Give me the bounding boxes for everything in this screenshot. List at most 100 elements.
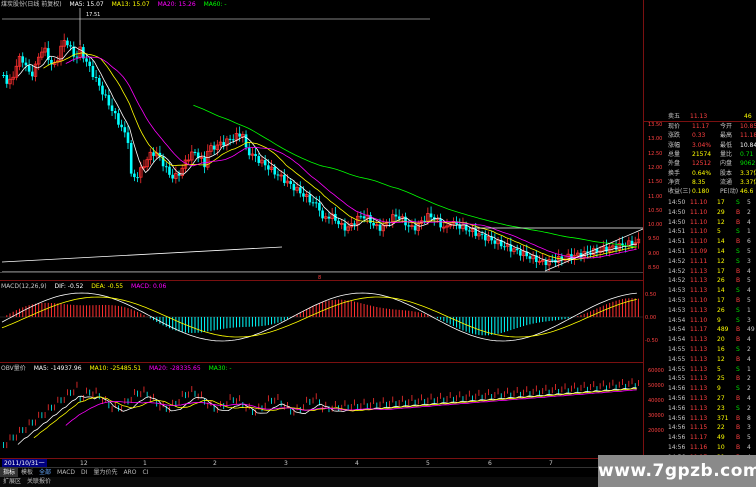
tick-row: 14:52 11.11 12 S 3 [644, 258, 756, 267]
candle-body [120, 124, 123, 128]
candle-body [314, 202, 318, 204]
tick-row: 14:50 11.10 12 B 4 [644, 219, 756, 228]
tick-time: 14:50 [668, 199, 686, 206]
candle-body [359, 216, 363, 218]
quote-row: 净资 8.35 流通 3.37亿 [644, 178, 756, 187]
candle-body [91, 65, 95, 77]
status-extension[interactable]: 扩展区 [0, 477, 24, 487]
tick-bs: S [736, 346, 740, 353]
quote-value: 9062 [740, 160, 756, 168]
candle-body [353, 223, 356, 225]
candle-body [168, 166, 171, 175]
candle-body [318, 202, 321, 211]
tick-price: 11.10 [690, 238, 708, 246]
tick-n: 1 [747, 228, 751, 236]
tick-n: 3 [747, 424, 751, 432]
tick-bs: S [736, 287, 740, 295]
tick-n: 4 [747, 355, 751, 363]
tick-row: 14:50 11.10 17 S 5 [644, 199, 756, 208]
status-related-quote[interactable]: 关联报价 [24, 477, 54, 487]
macd-chart[interactable] [0, 292, 643, 342]
obv-title: OBV量价 [1, 365, 26, 372]
obv-ma5-label: MA5: -14937.96 [33, 365, 82, 372]
candle-body [292, 183, 296, 191]
candle-body [171, 174, 174, 179]
candle-body [308, 194, 312, 203]
tick-price: 11.13 [690, 375, 708, 383]
tick-n: 6 [747, 238, 751, 246]
candle-body [468, 230, 471, 232]
candle-body [104, 94, 107, 96]
tick-n: 2 [747, 375, 751, 383]
candle-body [85, 58, 88, 62]
quote-row: 涨跌 0.33 最高 11.18 [644, 131, 756, 140]
candle-body [123, 127, 127, 133]
obv-chart[interactable] [3, 378, 639, 449]
sell5-row[interactable]: 卖五 11.13 46 [644, 112, 756, 122]
tick-bs: B [736, 238, 741, 246]
quote-value: 0.180 [692, 188, 710, 196]
volume-panel-header: OBV量价 MA5: -14937.96 MA10: -25485.51 MA2… [1, 365, 238, 373]
candle-body [298, 187, 302, 194]
quote-row: 涨幅 3.04% 最低 10.84 [644, 141, 756, 150]
candle-body [5, 75, 9, 84]
ma5-line [17, 46, 637, 263]
tick-row: 14:50 11.10 29 B 2 [644, 209, 756, 218]
tick-vol: 17 [717, 199, 725, 206]
tick-bs: B [736, 218, 741, 226]
tick-bs: B [736, 375, 741, 383]
tick-time: 14:55 [668, 355, 686, 363]
tick-price: 11.13 [690, 404, 708, 412]
candle-body [337, 220, 340, 225]
candle-body [113, 110, 117, 114]
tick-time: 14:56 [668, 444, 686, 451]
candle-body [283, 175, 286, 183]
candle-body [257, 156, 261, 163]
candle-body [238, 133, 241, 137]
quote-value: 12512 [692, 160, 712, 168]
tick-row: 14:56 11.17 49 B 5 [644, 434, 756, 443]
candle-body [263, 160, 267, 166]
ma20-label: MA20: 15.26 [157, 1, 196, 8]
tick-row: 14:55 11.13 16 S 2 [644, 346, 756, 355]
tick-vol: 12 [717, 218, 725, 226]
candle-body [101, 85, 104, 95]
tick-n: 4 [747, 218, 751, 226]
quote-value: 3.37亿 [740, 169, 756, 177]
tick-row: 14:53 11.10 17 B 5 [644, 297, 756, 306]
candle-body [136, 177, 139, 179]
quote-label: 外盘 [668, 160, 681, 168]
trend-line [1, 246, 283, 263]
tick-row: 14:51 11.10 14 B 6 [644, 238, 756, 247]
tick-price: 11.17 [690, 326, 708, 334]
tick-row: 14:56 11.15 22 B 3 [644, 424, 756, 433]
candle-body [276, 174, 280, 176]
tick-row: 14:56 11.13 27 B 4 [644, 395, 756, 404]
tick-row: 14:56 11.13 23 S 2 [644, 405, 756, 414]
quote-value: 0.33 [692, 132, 706, 140]
quote-row: 换手 0.64% 股本 3.37亿 [644, 169, 756, 178]
tick-vol: 5 [717, 365, 721, 373]
tick-n: 1 [747, 306, 751, 314]
tick-price: 11.10 [690, 297, 708, 304]
quote-label: 净资 [668, 178, 681, 186]
candlestick-chart[interactable] [1, 8, 643, 273]
high-price-marker: 17.51 [86, 12, 101, 18]
tick-n: 4 [747, 336, 751, 344]
quote-label: 换手 [668, 169, 681, 177]
stock-chart[interactable] [0, 0, 643, 458]
low-date-marker: 8 [318, 275, 322, 281]
tick-vol: 26 [717, 306, 725, 314]
candle-body [129, 142, 133, 174]
tick-time: 14:56 [668, 385, 686, 393]
tick-time: 14:52 [668, 277, 686, 285]
ma5-label: MA5: 15.07 [69, 1, 104, 8]
tick-time: 14:56 [668, 404, 686, 412]
candle-body [97, 78, 101, 86]
tick-vol: 23 [717, 404, 725, 412]
tick-bs: S [736, 199, 740, 206]
tick-bs: S [736, 404, 740, 412]
tick-n: 1 [747, 365, 751, 373]
tick-time: 14:55 [668, 375, 686, 383]
candle-body [133, 173, 136, 178]
